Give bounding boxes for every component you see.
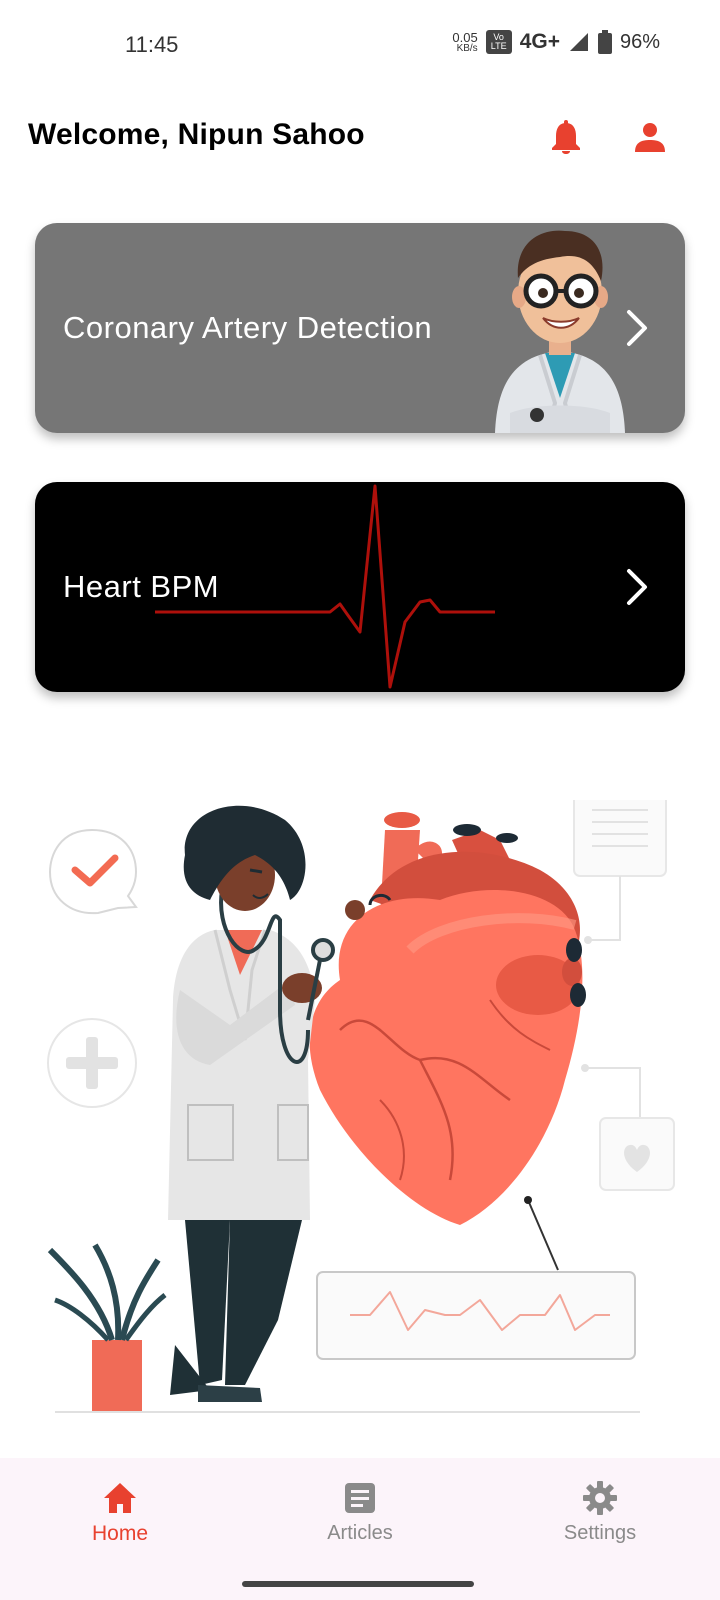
gear-icon <box>583 1481 617 1515</box>
network-speed-unit: KB/s <box>456 42 478 54</box>
bell-icon <box>552 120 580 154</box>
home-icon <box>104 1483 136 1513</box>
ecg-monitor-image <box>316 1196 636 1360</box>
chevron-right-icon <box>627 569 647 605</box>
plus-circle-icon <box>47 1018 137 1108</box>
battery-icon <box>597 30 612 54</box>
coronary-card-title: Coronary Artery Detection <box>63 310 433 345</box>
person-icon <box>635 123 665 152</box>
nav-label-home: Home <box>91 1522 149 1545</box>
notifications-button[interactable] <box>546 118 586 158</box>
article-icon <box>345 1483 375 1513</box>
volte-icon: Vo LTE <box>485 30 512 54</box>
plant-image <box>47 1243 167 1412</box>
document-card-icon <box>573 800 667 944</box>
signal-icon <box>569 33 588 51</box>
status-bar: 11:45 0.05 KB/s Vo LTE 4G+ 96% <box>0 0 720 90</box>
status-time: 11:45 <box>125 32 179 57</box>
heart-organ-image <box>309 812 586 1225</box>
doctor-heart-illustration <box>47 800 675 1413</box>
bottom-navigation: Home Articles Settings <box>0 1458 720 1600</box>
heart-card-icon <box>581 1064 675 1191</box>
nav-label-settings: Settings <box>563 1522 637 1544</box>
network-speed: 0.05 KB/s <box>452 31 477 54</box>
coronary-artery-card[interactable]: Coronary Artery Detection <box>35 223 685 433</box>
volte-bottom-label: LTE <box>490 41 507 51</box>
status-icons: 0.05 KB/s Vo LTE 4G+ 96% <box>452 30 660 54</box>
network-speed-value: 0.05 <box>452 29 478 45</box>
nav-item-settings[interactable]: Settings <box>530 1478 670 1545</box>
network-type: 4G+ <box>519 30 560 53</box>
heart-bpm-card-title: Heart BPM <box>63 569 220 604</box>
check-bubble-icon <box>48 828 138 915</box>
cartoon-doctor-image <box>495 230 625 433</box>
chevron-right-icon <box>627 310 647 346</box>
profile-button[interactable] <box>630 118 670 158</box>
welcome-title: Welcome, Nipun Sahoo <box>28 118 365 151</box>
heart-bpm-card[interactable]: Heart BPM <box>35 482 685 692</box>
nav-label-articles: Articles <box>327 1522 393 1544</box>
nav-item-home[interactable]: Home <box>50 1478 190 1546</box>
battery-percent: 96% <box>619 30 660 53</box>
home-indicator[interactable] <box>242 1581 474 1587</box>
nav-item-articles[interactable]: Articles <box>290 1478 430 1545</box>
